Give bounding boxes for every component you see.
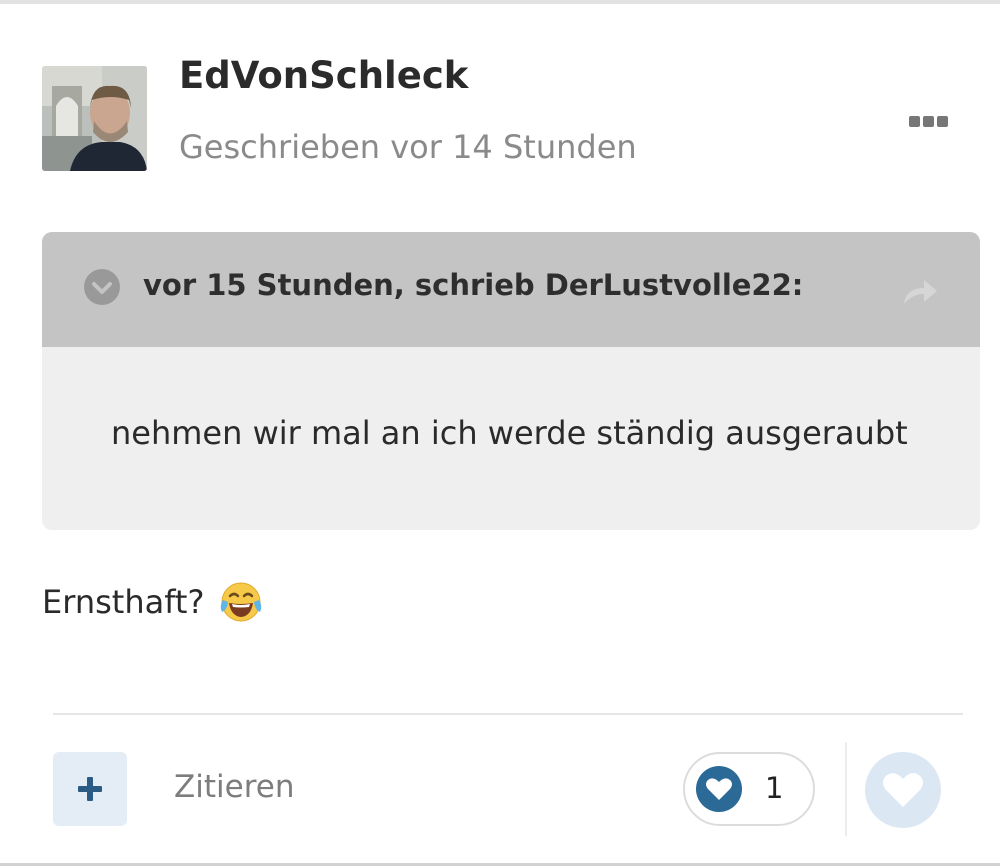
quote-button[interactable]: Zitieren: [174, 769, 294, 805]
top-divider: [0, 0, 1000, 4]
quote-block: vor 15 Stunden, schrieb DerLustvolle22: …: [42, 232, 980, 530]
heart-icon: [883, 773, 923, 807]
footer-separator: [845, 742, 847, 836]
quote-text: nehmen wir mal an ich werde ständig ausg…: [111, 414, 908, 452]
footer-divider: [53, 713, 963, 715]
avatar-image: [42, 66, 147, 171]
more-icon-dot: [922, 115, 934, 127]
heart-reaction-icon: [696, 766, 742, 812]
quote-jump-button[interactable]: [900, 276, 940, 306]
plus-icon: [78, 777, 102, 801]
avatar[interactable]: [42, 66, 147, 171]
author-name[interactable]: EdVonSchleck: [179, 54, 468, 97]
more-icon: [908, 115, 920, 127]
quote-header: vor 15 Stunden, schrieb DerLustvolle22:: [42, 232, 980, 347]
post-date[interactable]: Geschrieben vor 14 Stunden: [179, 128, 637, 166]
reaction-count: 1: [765, 771, 784, 805]
share-arrow-icon: [904, 280, 937, 304]
add-button[interactable]: [53, 752, 127, 826]
quote-collapse-button[interactable]: [84, 269, 120, 305]
chevron-down-icon: [92, 282, 112, 294]
forum-post: EdVonSchleck Geschrieben vor 14 Stunden …: [0, 0, 1000, 866]
more-icon-dot: [936, 115, 948, 127]
quote-citation: vor 15 Stunden, schrieb DerLustvolle22:: [143, 268, 804, 302]
face-with-tears-of-joy-icon: [217, 580, 265, 624]
react-button[interactable]: [865, 752, 941, 828]
reaction-summary[interactable]: 1: [683, 752, 815, 826]
more-options-button[interactable]: [900, 108, 956, 134]
post-text: Ernsthaft?: [42, 583, 205, 621]
